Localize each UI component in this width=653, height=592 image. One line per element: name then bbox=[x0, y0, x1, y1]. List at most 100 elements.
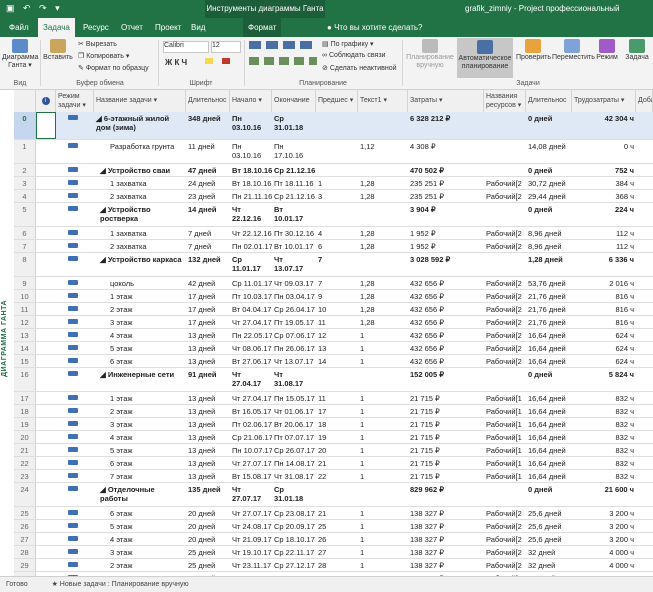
cell-finish[interactable]: Ср 18.10.17 bbox=[272, 533, 316, 545]
cell-text1[interactable] bbox=[358, 112, 408, 139]
task-row[interactable]: 20 4 этаж 13 дней Ср 21.06.17 Пт 07.07.17 19 1… bbox=[14, 431, 653, 444]
indicator-cell[interactable] bbox=[36, 303, 56, 315]
cell-dur2[interactable]: 30,72 дней bbox=[526, 177, 572, 189]
indicator-cell[interactable] bbox=[36, 507, 56, 519]
task-row[interactable]: 22 6 этаж 13 дней Чт 27.07.17 Пн 14.08.17 21 1… bbox=[14, 457, 653, 470]
cell-text1[interactable]: 1 bbox=[358, 507, 408, 519]
task-mode-cell[interactable] bbox=[56, 140, 94, 163]
cell-dur2[interactable]: 0 дней bbox=[526, 483, 572, 506]
cell-cost[interactable]: 432 656 ₽ bbox=[408, 355, 484, 367]
cell-dur2[interactable]: 16,64 дней bbox=[526, 431, 572, 443]
cell-pred[interactable] bbox=[316, 368, 358, 391]
cell-finish[interactable]: Ср 27.12.17 bbox=[272, 559, 316, 571]
cell-start[interactable]: Пт 10.03.17 bbox=[230, 290, 272, 302]
cell-dur2[interactable]: 21,76 дней bbox=[526, 316, 572, 328]
cell-name[interactable]: 3 этаж bbox=[94, 546, 186, 558]
column-header-duration2[interactable]: Длительнос ▾ bbox=[526, 90, 572, 112]
cell-finish[interactable]: Вт 10.01.17 bbox=[272, 203, 316, 226]
cell-work[interactable]: 0 ч bbox=[572, 140, 636, 163]
cell-finish[interactable]: Пт 18.11.16 bbox=[272, 177, 316, 189]
cell-dur2[interactable]: 16,64 дней bbox=[526, 342, 572, 354]
bold-italic-underline-buttons[interactable]: Ж К Ч bbox=[165, 58, 187, 67]
task-row[interactable]: 3 1 захватка 24 дней Вт 18.10.16 Пт 18.11.16… bbox=[14, 177, 653, 190]
cell-pred[interactable] bbox=[316, 164, 358, 176]
cell-start[interactable]: Вт 16.05.17 bbox=[230, 405, 272, 417]
cell-dur[interactable]: 13 дней bbox=[186, 418, 230, 430]
cell-cost[interactable]: 21 715 ₽ bbox=[408, 431, 484, 443]
cell-cost[interactable]: 432 656 ₽ bbox=[408, 329, 484, 341]
task-row[interactable]: 4 2 захватка 23 дней Пн 21.11.16 Ср 21.12.16… bbox=[14, 190, 653, 203]
cell-res[interactable] bbox=[484, 483, 526, 506]
indicator-cell[interactable] bbox=[36, 277, 56, 289]
cell-text1[interactable]: 1 bbox=[358, 444, 408, 456]
cell-dur[interactable]: 348 дней bbox=[186, 112, 230, 139]
tab-resource[interactable]: Ресурс bbox=[78, 18, 114, 37]
cell-work[interactable]: 3 200 ч bbox=[572, 520, 636, 532]
task-row[interactable]: 21 5 этаж 13 дней Пн 10.07.17 Ср 26.07.17 20 1… bbox=[14, 444, 653, 457]
indicator-cell[interactable] bbox=[36, 444, 56, 456]
indicator-cell[interactable] bbox=[36, 316, 56, 328]
cell-dur2[interactable]: 16,64 дней bbox=[526, 355, 572, 367]
cell-start[interactable]: Вт 15.08.17 bbox=[230, 470, 272, 482]
cell-work[interactable]: 5 824 ч bbox=[572, 368, 636, 391]
cell-start[interactable]: Вт 18.10.16 bbox=[230, 164, 272, 176]
cell-start[interactable]: Ср 11.01.17 bbox=[230, 253, 272, 276]
cell-finish[interactable]: Ср 21.12.16 bbox=[272, 190, 316, 202]
cell-text1[interactable]: 1 bbox=[358, 470, 408, 482]
cell-name[interactable]: 3 этаж bbox=[94, 418, 186, 430]
cell-cost[interactable]: 21 715 ₽ bbox=[408, 392, 484, 404]
cell-res[interactable]: Рабочий[2 bbox=[484, 277, 526, 289]
cell-work[interactable]: 624 ч bbox=[572, 355, 636, 367]
cell-pred[interactable]: 1 bbox=[316, 177, 358, 189]
cell-finish[interactable]: Пн 15.05.17 bbox=[272, 392, 316, 404]
cell-name[interactable]: 6 этаж bbox=[94, 355, 186, 367]
indicator-cell[interactable] bbox=[36, 559, 56, 571]
cell-finish[interactable]: Ср 21.12.16 bbox=[272, 164, 316, 176]
cell-finish[interactable]: Ср 07.06.17 bbox=[272, 329, 316, 341]
task-mode-cell[interactable] bbox=[56, 457, 94, 469]
cell-pred[interactable]: 26 bbox=[316, 533, 358, 545]
cell-start[interactable]: Чт 24.08.17 bbox=[230, 520, 272, 532]
cell-dur[interactable]: 13 дней bbox=[186, 444, 230, 456]
cell-finish[interactable]: Пн 03.04.17 bbox=[272, 290, 316, 302]
cell-start[interactable]: Вт 18.10.16 bbox=[230, 177, 272, 189]
cell-text1[interactable]: 1 bbox=[358, 418, 408, 430]
column-header-work[interactable]: Трудозатраты ▾ bbox=[572, 90, 636, 112]
summary-task-row[interactable]: 8 ◢ Устройство каркаса 132 дней Ср 11.01.17… bbox=[14, 253, 653, 277]
cell-dur[interactable]: 13 дней bbox=[186, 355, 230, 367]
cell-start[interactable]: Пн 03.10.16 bbox=[230, 140, 272, 163]
indicator-cell[interactable] bbox=[36, 342, 56, 354]
cell-text1[interactable]: 1,28 bbox=[358, 316, 408, 328]
cell-dur2[interactable]: 16,64 дней bbox=[526, 392, 572, 404]
cell-name[interactable]: ◢ Отделочные работы bbox=[94, 483, 186, 506]
cell-finish[interactable]: Вт 20.06.17 bbox=[272, 418, 316, 430]
cell-res[interactable]: Рабочий[1 bbox=[484, 418, 526, 430]
font-name-select[interactable]: Calibri bbox=[163, 41, 209, 53]
cell-dur[interactable]: 13 дней bbox=[186, 457, 230, 469]
cell-finish[interactable]: Ср 20.09.17 bbox=[272, 520, 316, 532]
cell-res[interactable] bbox=[484, 253, 526, 276]
cell-dur[interactable]: 42 дней bbox=[186, 277, 230, 289]
cell-name[interactable]: 6 этаж bbox=[94, 507, 186, 519]
cell-work[interactable]: 4 000 ч bbox=[572, 559, 636, 571]
summary-task-row[interactable]: 5 ◢ Устройство ростверка 14 дней Чт 22.12.1… bbox=[14, 203, 653, 227]
task-row[interactable]: 7 2 захватка 7 дней Пн 02.01.17 Вт 10.01.17 6… bbox=[14, 240, 653, 253]
task-mode-cell[interactable] bbox=[56, 203, 94, 226]
task-mode-cell[interactable] bbox=[56, 290, 94, 302]
cell-dur[interactable]: 23 дней bbox=[186, 190, 230, 202]
cell-cost[interactable]: 138 327 ₽ bbox=[408, 546, 484, 558]
column-header-text1[interactable]: Текст1 ▾ bbox=[358, 90, 408, 112]
tab-file[interactable]: Файл bbox=[4, 18, 34, 37]
cell-finish[interactable]: Чт 09.03.17 bbox=[272, 277, 316, 289]
cell-finish[interactable]: Вт 10.01.17 bbox=[272, 240, 316, 252]
font-size-select[interactable]: 12 bbox=[211, 41, 241, 53]
cell-start[interactable]: Чт 08.06.17 bbox=[230, 342, 272, 354]
cell-pred[interactable]: 4 bbox=[316, 227, 358, 239]
indicator-cell[interactable] bbox=[36, 203, 56, 226]
cell-start[interactable]: Чт 27.07.17 bbox=[230, 507, 272, 519]
tab-format[interactable]: Формат bbox=[243, 18, 282, 37]
link-indent-buttons-icon[interactable] bbox=[249, 57, 317, 65]
new-tasks-mode[interactable]: ★ Новые задачи : Планирование вручную bbox=[52, 581, 189, 588]
cell-text1[interactable]: 1,28 bbox=[358, 303, 408, 315]
indicator-cell[interactable] bbox=[36, 392, 56, 404]
